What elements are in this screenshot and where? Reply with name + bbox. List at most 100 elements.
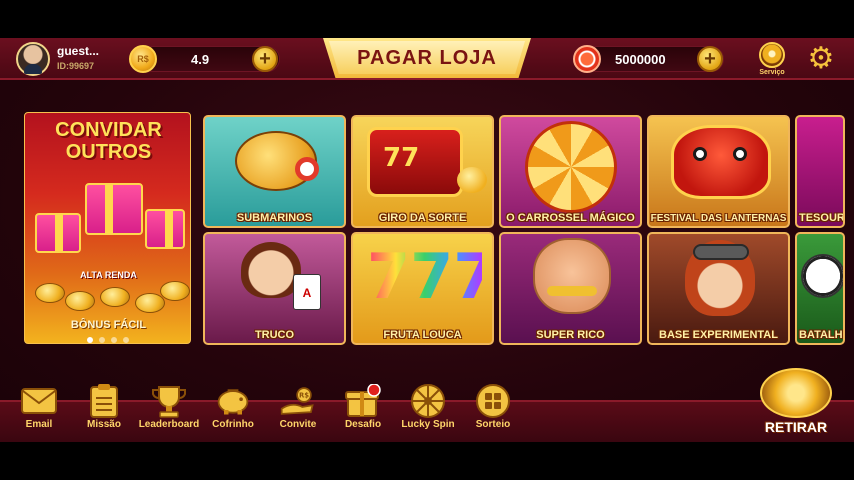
coin-pile-icon: [65, 291, 95, 311]
game-label: FRUTA LOUCA: [383, 329, 462, 341]
game-lobby: guest... ID:99697 4.9 R$ + PAGAR LOJA 50…: [0, 38, 854, 442]
game-tile-truco[interactable]: A TRUCO: [203, 232, 346, 345]
game-label: SUBMARINOS: [236, 212, 313, 224]
mustache-icon: [547, 286, 597, 296]
invite-banner[interactable]: CONVIDAR OUTROS ALTA RENDA BÔNUS FÁCIL: [24, 112, 191, 344]
carousel-dot[interactable]: [123, 337, 129, 343]
shop-button[interactable]: PAGAR LOJA: [323, 38, 531, 78]
invite-subtitle: ALTA RENDA: [80, 270, 137, 280]
game-label: O CARROSSEL MÁGICO: [506, 212, 635, 224]
trophy-icon: [151, 384, 187, 418]
coin-pile-icon: [100, 287, 130, 307]
game-label: TESOURO: [799, 212, 845, 224]
game-tile-super-rico[interactable]: SUPER RICO: [499, 232, 642, 345]
game-tile-carrossel-magico[interactable]: O CARROSSEL MÁGICO: [499, 115, 642, 228]
user-id: ID:99697: [57, 61, 95, 71]
nav-label: Convite: [279, 419, 317, 430]
game-label: FESTIVAL DAS LANTERNAS: [650, 213, 787, 224]
dragon-eye-icon: [733, 147, 747, 161]
game-tile-fruta-louca[interactable]: 777 FRUTA LOUCA: [351, 232, 494, 345]
letterbox-top: [0, 0, 854, 38]
game-label: SUPER RICO: [536, 329, 605, 341]
coin-pile-icon: [160, 281, 190, 301]
nav-label: Desafio: [344, 419, 382, 430]
nav-label: Missão: [87, 419, 121, 430]
nav-convite[interactable]: R$ Convite: [263, 384, 333, 440]
nav-desafio[interactable]: Desafio: [328, 384, 398, 440]
invite-bonus: BÔNUS FÁCIL: [70, 319, 147, 331]
wheel-icon: [525, 121, 617, 213]
nav-label: Email: [25, 419, 53, 430]
coin-stack-icon: [760, 368, 832, 418]
withdraw-label: RETIRAR: [764, 419, 828, 435]
nav-label: Cofrinho: [212, 419, 254, 430]
svg-text:R$: R$: [299, 392, 309, 400]
game-tile-base-experimental[interactable]: BASE EXPERIMENTAL: [647, 232, 790, 345]
user-name: guest...: [57, 44, 100, 58]
game-label: TRUCO: [254, 329, 295, 341]
game-tile-festival-lanternas[interactable]: FESTIVAL DAS LANTERNAS: [647, 115, 790, 228]
game-tile-tesouro[interactable]: TESOURO: [795, 115, 845, 228]
coin-stack-icon: [457, 167, 487, 193]
letterbox-bottom: [0, 442, 854, 480]
woman-character-icon: [241, 242, 301, 298]
dragon-icon: [671, 125, 771, 199]
nav-cofrinho[interactable]: Cofrinho: [198, 384, 268, 440]
invite-title-line1: CONVIDAR: [55, 119, 162, 141]
coin-pile-icon: [35, 283, 65, 303]
piggy-bank-icon: [215, 384, 251, 418]
game-label: GIRO DA SORTE: [378, 212, 467, 224]
seven-seven-icon: 77: [383, 143, 420, 173]
lifebuoy-icon: [295, 157, 319, 181]
carousel-dot[interactable]: [87, 337, 93, 343]
game-tile-giro-da-sorte[interactable]: 77 GIRO DA SORTE: [351, 115, 494, 228]
balance-plus-button[interactable]: +: [697, 46, 723, 72]
game-tile-submarinos[interactable]: SUBMARINOS: [203, 115, 346, 228]
nav-label: Lucky Spin: [401, 419, 455, 430]
gift-icon: [145, 209, 185, 249]
nav-sorteio[interactable]: Sorteio: [458, 384, 528, 440]
carousel-dot[interactable]: [111, 337, 117, 343]
service-label: Serviço: [759, 69, 785, 76]
nav-missao[interactable]: Missão: [69, 384, 139, 440]
headset-icon: [759, 42, 785, 68]
balance-value: 5000000: [615, 52, 666, 67]
nav-label: Leaderboard: [138, 419, 200, 430]
goggles-icon: [693, 244, 749, 260]
shop-label: PAGAR LOJA: [357, 46, 497, 69]
carousel-dot[interactable]: [99, 337, 105, 343]
soccer-ball-icon: [801, 254, 843, 298]
vip-plus-button[interactable]: +: [252, 46, 278, 72]
nav-leaderboard[interactable]: Leaderboard: [134, 384, 204, 440]
nav-label: Sorteio: [475, 419, 511, 430]
triple-seven-icon: 777: [367, 238, 492, 316]
withdraw-button[interactable]: RETIRAR: [754, 368, 838, 438]
envelope-icon: [21, 384, 57, 418]
carousel-dots: [87, 337, 129, 343]
coin-pile-icon: [135, 293, 165, 313]
service-button[interactable]: Serviço: [756, 42, 788, 80]
game-label: BASE EXPERIMENTAL: [659, 329, 778, 341]
chip-icon: [573, 45, 601, 73]
dragon-eye-icon: [693, 147, 707, 161]
grid-icon: [475, 384, 511, 418]
playing-card-icon: A: [293, 274, 321, 310]
nav-email[interactable]: Email: [4, 384, 74, 440]
vip-level-value: 4.9: [191, 52, 210, 67]
game-label: BATALH: [799, 329, 843, 341]
checklist-icon: [86, 384, 122, 418]
wheel-icon: [410, 384, 446, 418]
gear-icon[interactable]: ⚙: [806, 44, 836, 74]
avatar[interactable]: [16, 42, 50, 76]
invite-title-line2: OUTROS: [65, 141, 152, 163]
rich-man-icon: [533, 238, 611, 314]
top-bar: guest... ID:99697 4.9 R$ + PAGAR LOJA 50…: [0, 38, 854, 80]
gift-box-icon: [345, 384, 381, 418]
nav-lucky-spin[interactable]: Lucky Spin: [393, 384, 463, 440]
invite-title: CONVIDAR OUTROS: [25, 119, 190, 163]
gift-icon: [35, 213, 81, 253]
game-tile-batalha[interactable]: BATALH: [795, 232, 845, 345]
coin-icon: R$: [129, 45, 157, 73]
gift-icon: [85, 183, 143, 235]
invite-hand-icon: R$: [280, 384, 316, 418]
